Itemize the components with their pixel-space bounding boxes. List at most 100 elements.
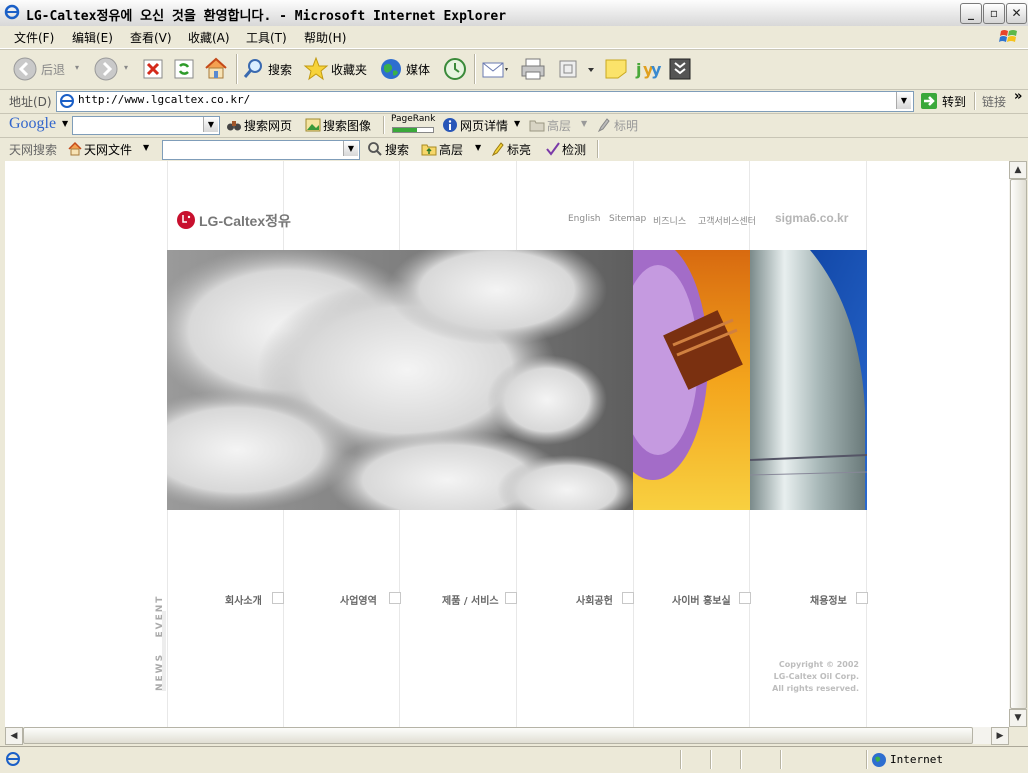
links-button[interactable]: 链接 (982, 93, 1006, 110)
nav-recruitment[interactable]: 채용정보 (810, 592, 847, 607)
link-business[interactable]: 비즈니스 (653, 214, 686, 227)
close-button[interactable]: ✕ (1006, 3, 1027, 24)
news-event-tab[interactable]: NEWS EVENT (155, 595, 165, 691)
tianwang-search-icon[interactable] (367, 141, 383, 157)
tianwang-search-button[interactable]: 搜索 (385, 141, 409, 158)
link-sitemap[interactable]: Sitemap (609, 214, 646, 224)
page-icon (60, 94, 74, 108)
messenger-icon[interactable]: j y y (634, 57, 662, 81)
google-logo[interactable]: Google (9, 115, 56, 133)
restore-button[interactable]: ▫ (983, 3, 1005, 24)
go-arrow-icon[interactable] (920, 92, 938, 110)
search-icon[interactable] (242, 57, 266, 81)
scroll-left-icon[interactable]: ◀ (5, 727, 23, 745)
print-icon[interactable] (520, 57, 546, 81)
nav-cyber-pr[interactable]: 사이버 홍보실 (672, 592, 731, 607)
mail-icon[interactable] (481, 58, 509, 80)
google-search-input[interactable] (72, 116, 220, 135)
up-dropdown-icon[interactable]: ▼ (581, 119, 587, 128)
refresh-icon[interactable] (173, 58, 195, 80)
edit-icon[interactable] (556, 58, 596, 80)
window-title: LG-Caltex정유에 오신 것을 환영합니다. - Microsoft In… (26, 9, 507, 24)
tianwang-up-dropdown-icon[interactable]: ▼ (475, 143, 481, 152)
menu-file[interactable]: 文件(F) (14, 29, 54, 46)
address-dropdown-icon[interactable]: ▼ (896, 92, 911, 109)
internet-zone-icon (872, 753, 886, 767)
minimize-button[interactable]: _ (960, 3, 982, 24)
menu-view[interactable]: 查看(V) (130, 29, 172, 46)
history-icon[interactable] (442, 56, 468, 82)
back-icon[interactable] (12, 56, 38, 82)
info-icon[interactable] (442, 117, 458, 133)
tianwang-highlight-button[interactable]: 标亮 (507, 141, 531, 158)
back-label[interactable]: 后退 (41, 61, 65, 78)
media-label[interactable]: 媒体 (406, 61, 430, 78)
go-button[interactable]: 转到 (942, 93, 966, 110)
menu-tools[interactable]: 工具(T) (246, 29, 287, 46)
tianwang-files-dropdown-icon[interactable]: ▼ (143, 143, 149, 152)
page-info-button[interactable]: 网页详情 (460, 117, 508, 134)
tianwang-search-input[interactable] (162, 140, 360, 160)
nav-social-contribution-box[interactable] (622, 592, 634, 604)
stop-icon[interactable] (142, 58, 164, 80)
folder-up-icon[interactable] (529, 118, 545, 132)
up-button[interactable]: 高层 (547, 117, 571, 134)
image-search-icon[interactable] (305, 117, 321, 133)
nav-products-services-box[interactable] (505, 592, 517, 604)
nav-business-area[interactable]: 사업영역 (340, 592, 377, 607)
status-separator (710, 750, 712, 769)
menu-favorites[interactable]: 收藏(A) (188, 29, 230, 46)
research-icon[interactable] (668, 57, 692, 81)
highlight-button[interactable]: 标明 (614, 117, 638, 134)
sigma6-logo[interactable]: sigma6.co.kr (775, 211, 848, 225)
menu-help[interactable]: 帮助(H) (304, 29, 346, 46)
tianwang-home-icon[interactable] (67, 141, 83, 157)
highlighter-icon[interactable] (597, 117, 611, 133)
nav-company-intro[interactable]: 회사소개 (225, 592, 262, 607)
company-logo-text[interactable]: LG-Caltex정유 (199, 211, 291, 231)
tianwang-files-button[interactable]: 天网文件 (84, 141, 132, 158)
status-separator (780, 750, 782, 769)
nav-products-services[interactable]: 제품 / 서비스 (442, 592, 499, 607)
google-menu-dropdown-icon[interactable]: ▼ (62, 119, 68, 128)
tianwang-check-button[interactable]: 检测 (562, 141, 586, 158)
binoculars-icon[interactable] (226, 117, 242, 133)
tianwang-highlight-icon[interactable] (491, 141, 505, 157)
tianwang-check-icon[interactable] (545, 141, 561, 157)
address-url[interactable]: http://www.lgcaltex.co.kr/ (78, 93, 250, 106)
search-label[interactable]: 搜索 (268, 61, 292, 78)
copyright-line: All rights reserved. (772, 684, 859, 693)
vertical-scroll-thumb[interactable] (1010, 179, 1027, 709)
scroll-down-icon[interactable]: ▼ (1009, 709, 1027, 727)
tianwang-search-dropdown-icon[interactable]: ▼ (343, 141, 358, 156)
favorites-star-icon[interactable] (303, 56, 329, 82)
tianwang-up-icon[interactable] (421, 142, 437, 156)
nav-social-contribution[interactable]: 사회공헌 (576, 592, 613, 607)
menu-edit[interactable]: 编辑(E) (72, 29, 113, 46)
vertical-scrollbar[interactable]: ▲ ▼ (1009, 161, 1027, 727)
page-info-dropdown-icon[interactable]: ▼ (514, 119, 520, 128)
scroll-up-icon[interactable]: ▲ (1009, 161, 1027, 179)
nav-recruitment-box[interactable] (856, 592, 868, 604)
search-images-button[interactable]: 搜索图像 (323, 117, 371, 134)
media-globe-icon[interactable] (378, 56, 404, 82)
link-customer-center[interactable]: 고객서비스센터 (698, 214, 756, 227)
forward-dropdown-icon[interactable]: ▾ (124, 63, 128, 72)
lg-logo-icon[interactable] (176, 210, 196, 230)
google-search-dropdown-icon[interactable]: ▼ (203, 117, 218, 132)
horizontal-scroll-thumb[interactable] (23, 727, 973, 744)
notes-icon[interactable] (604, 58, 628, 80)
favorites-label[interactable]: 收藏夹 (331, 61, 367, 78)
nav-cyber-pr-box[interactable] (739, 592, 751, 604)
forward-icon[interactable] (93, 56, 119, 82)
home-icon[interactable] (203, 56, 229, 80)
search-web-button[interactable]: 搜索网页 (244, 117, 292, 134)
scroll-right-icon[interactable]: ▶ (991, 727, 1009, 745)
tianwang-up-button[interactable]: 高层 (439, 141, 463, 158)
back-dropdown-icon[interactable]: ▾ (75, 63, 79, 72)
nav-business-area-box[interactable] (389, 592, 401, 604)
link-english[interactable]: English (568, 214, 601, 224)
nav-company-intro-box[interactable] (272, 592, 284, 604)
links-chevron-icon[interactable]: » (1014, 89, 1022, 104)
horizontal-scrollbar[interactable]: ◀ ▶ (5, 727, 1009, 745)
